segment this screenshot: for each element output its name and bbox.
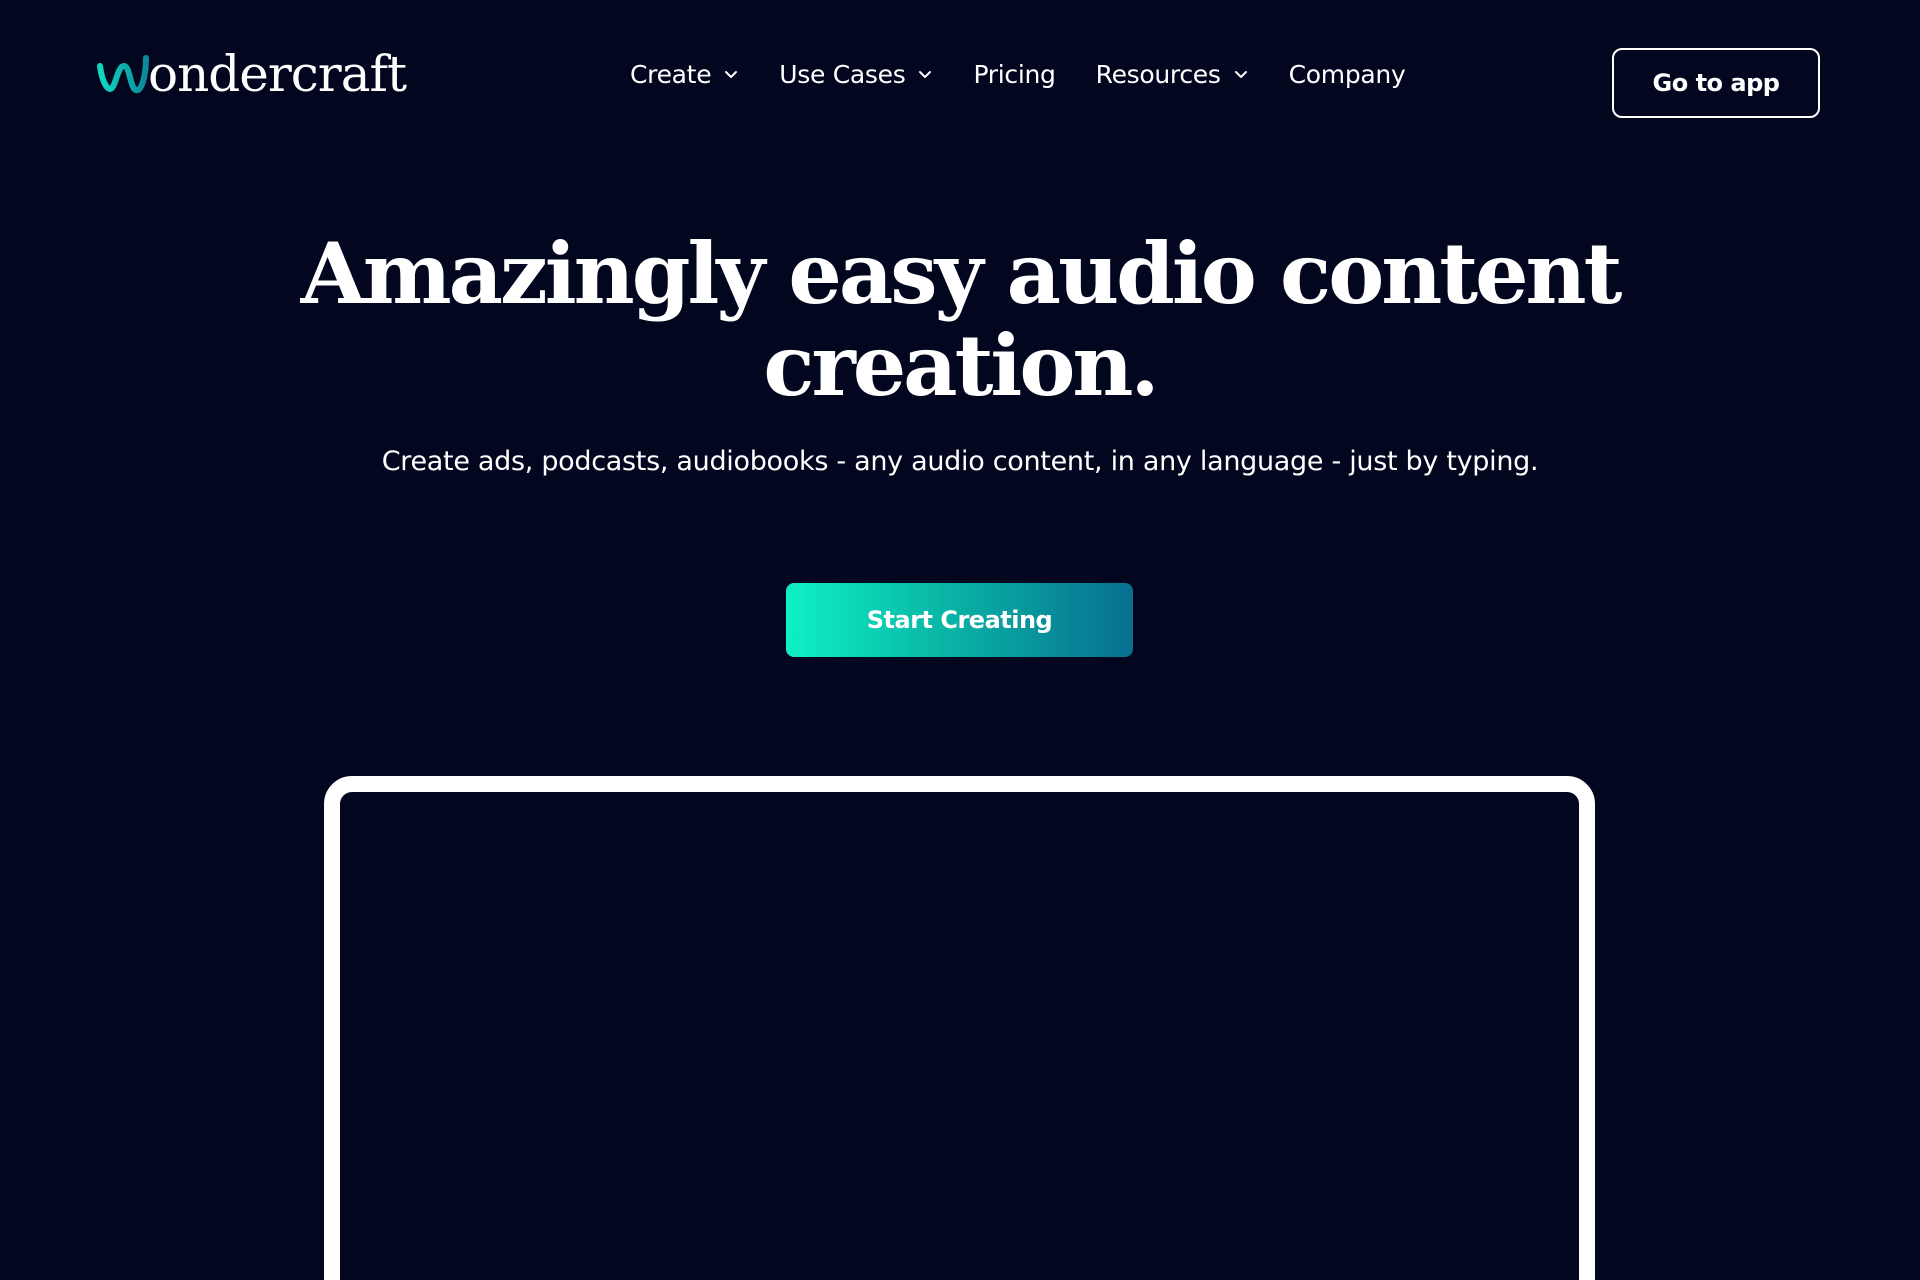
hero-title: Amazingly easy audio content creation. [0, 228, 1920, 412]
nav-item-company[interactable]: Company [1289, 60, 1406, 89]
landing-page: ondercraft Create Use Cases Pricing Reso… [0, 0, 1920, 1280]
nav-item-label: Company [1288, 59, 1406, 89]
go-to-app-button[interactable]: Go to app [1612, 48, 1820, 118]
app-preview-frame [324, 776, 1595, 1280]
app-preview-screen [340, 792, 1579, 1280]
hero-title-line-2: creation. [763, 316, 1159, 415]
chevron-down-icon [919, 71, 932, 78]
wondercraft-logo[interactable]: ondercraft [96, 44, 407, 104]
wave-w-logo-icon [97, 55, 149, 93]
nav-item-label: Pricing [973, 59, 1056, 89]
hero-subtitle: Create ads, podcasts, audiobooks - any a… [381, 446, 1539, 477]
start-creating-button[interactable]: Start Creating [786, 583, 1133, 657]
hero-title-line-1: Amazingly easy audio content [300, 224, 1623, 323]
nav-item-label: Create [630, 59, 712, 89]
chevron-down-icon [725, 71, 738, 78]
chevron-down-icon [1234, 71, 1247, 78]
nav-item-resources[interactable]: Resources [1096, 60, 1249, 89]
nav-item-use-cases[interactable]: Use Cases [779, 60, 933, 89]
main-nav: Create Use Cases Pricing Resources Compa… [630, 54, 1406, 94]
logo-wordmark: ondercraft [148, 45, 407, 103]
nav-item-label: Resources [1095, 59, 1221, 89]
nav-item-create[interactable]: Create [630, 60, 739, 89]
nav-item-pricing[interactable]: Pricing [973, 60, 1055, 89]
nav-item-label: Use Cases [779, 59, 906, 89]
